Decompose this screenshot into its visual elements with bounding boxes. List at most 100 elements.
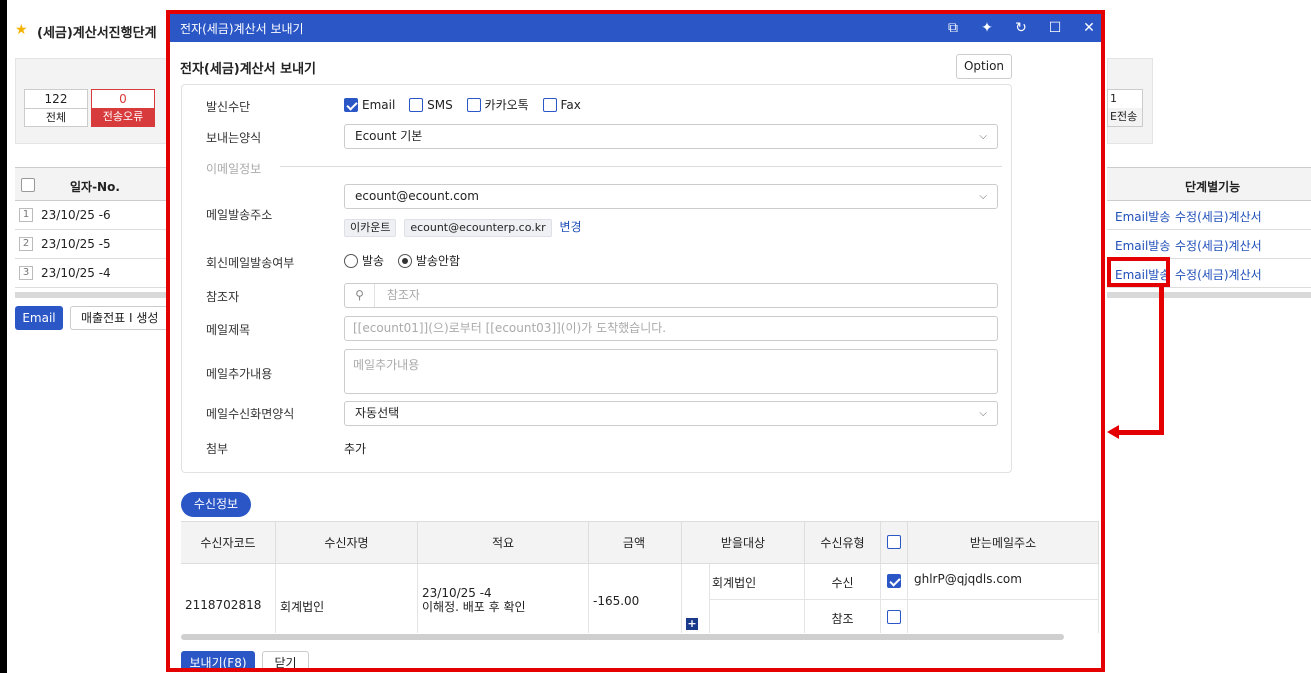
highlight-box: [1107, 257, 1170, 287]
revise-invoice-link[interactable]: 수정(세금)계산서: [1175, 208, 1262, 225]
pin-icon[interactable]: ✦: [976, 17, 998, 39]
cell-email-empty[interactable]: [908, 600, 1099, 633]
arrow-line: [1117, 430, 1164, 435]
cell-name[interactable]: 회계법인: [276, 564, 418, 633]
reply-radio-group: 발송 발송안함: [344, 252, 470, 269]
send-method-sms[interactable]: SMS: [409, 98, 453, 112]
maximize-icon[interactable]: ☐: [1044, 17, 1066, 39]
dialog-heading: 전자(세금)계산서 보내기: [180, 62, 317, 77]
col-header-amount: 금액: [589, 521, 682, 564]
reply-send-radio[interactable]: 발송: [344, 254, 384, 268]
cell-checkbox: [881, 564, 908, 600]
arrow-line: [1159, 287, 1164, 435]
email-send-link[interactable]: Email발송: [1115, 237, 1170, 254]
sender-address-label: 메일발송주소: [206, 208, 273, 222]
extra-content-label: 메일추가내용: [206, 367, 273, 381]
send-format-select[interactable]: Ecount 기본 ⌵: [344, 124, 998, 149]
email-send-link[interactable]: Email발송: [1115, 208, 1170, 225]
cell-target[interactable]: 회계법인: [710, 564, 805, 600]
reply-label: 회신메일발송여부: [206, 256, 295, 270]
extra-content-textarea[interactable]: 메일추가내용: [344, 349, 998, 394]
stage-grid-header: 단계별기능: [1107, 167, 1311, 201]
cell-amount[interactable]: -165.00: [589, 564, 682, 633]
send-invoice-dialog: 전자(세금)계산서 보내기 ⧉ ✦ ↻ ☐ ✕ 전자(세금)계산서 보내기 Op…: [166, 10, 1105, 672]
sender-info: 이카운트 ecount@ecounterp.co.kr 변경: [344, 218, 582, 237]
table-row[interactable]: 2 23/10/25 -5: [15, 230, 170, 259]
star-icon[interactable]: ★: [15, 22, 28, 38]
select-all-checkbox[interactable]: [21, 178, 35, 192]
chevron-down-icon: ⌵: [979, 131, 987, 142]
date-column-header: 일자-No.: [70, 180, 120, 194]
create-sales-slip-button[interactable]: 매출전표 I 생성: [70, 306, 170, 330]
section-divider: [280, 166, 1002, 167]
count-error[interactable]: 0 전송오류: [91, 89, 155, 127]
form-card: 발신수단 Email SMS 카카오톡 Fax 보내는양식 Ecount 기본 …: [181, 84, 1012, 473]
arrow-head: [1107, 425, 1119, 439]
checkbox-icon[interactable]: [542, 98, 557, 112]
cell-type[interactable]: 참조: [805, 600, 881, 633]
checkbox-icon[interactable]: [344, 98, 358, 112]
attach-label: 첨부: [206, 442, 229, 456]
checkbox-icon[interactable]: [409, 98, 424, 112]
checkbox-icon[interactable]: [887, 574, 901, 588]
cell-email[interactable]: ghlrP@qjqdls.com: [908, 564, 1099, 600]
cc-input[interactable]: ⚲ 참조자: [344, 283, 998, 308]
dialog-titlebar: 전자(세금)계산서 보내기 ⧉ ✦ ↻ ☐ ✕: [170, 14, 1101, 42]
cell-type[interactable]: 수신: [805, 564, 881, 600]
col-header-email: 받는메일주소: [908, 521, 1099, 564]
email-button[interactable]: Email: [15, 306, 63, 330]
col-header-target: 받을대상: [682, 521, 805, 564]
table-row[interactable]: 1 23/10/25 -6: [15, 201, 170, 230]
chevron-down-icon: ⌵: [979, 191, 987, 202]
horizontal-scrollbar[interactable]: [15, 292, 175, 298]
col-header-name: 수신자명: [276, 521, 418, 564]
refresh-icon[interactable]: ↻: [1010, 17, 1032, 39]
cell-memo[interactable]: 23/10/25 -4 이해정. 배포 후 확인: [418, 564, 589, 633]
checkbox-icon[interactable]: [887, 610, 901, 624]
table-row[interactable]: 3 23/10/25 -4: [15, 259, 170, 288]
close-icon[interactable]: ✕: [1078, 17, 1100, 39]
dialog-title: 전자(세금)계산서 보내기: [180, 22, 304, 36]
table-row: Email발송 수정(세금)계산서: [1107, 201, 1311, 230]
checkbox-icon[interactable]: [466, 98, 481, 112]
receive-format-label: 메일수신화면양식: [206, 407, 295, 421]
subject-label: 메일제목: [206, 323, 251, 337]
change-sender-link[interactable]: 변경: [560, 220, 582, 234]
radio-icon[interactable]: [344, 254, 358, 268]
subject-input[interactable]: [[ecount01]](으)로부터 [[ecount03]](이)가 도착했습…: [344, 316, 998, 341]
send-method-email[interactable]: Email: [344, 98, 395, 112]
cell-checkbox: [881, 600, 908, 633]
recipient-table: 수신자코드 수신자명 적요 금액 받을대상 수신유형 받는메일주소 211870…: [181, 521, 1099, 633]
popout-icon[interactable]: ⧉: [942, 17, 964, 39]
add-icon[interactable]: +: [686, 618, 698, 630]
count-all[interactable]: 122 전체: [24, 89, 88, 127]
cell-add: +: [682, 564, 710, 633]
send-method-label: 발신수단: [206, 100, 251, 114]
sender-email-chip: ecount@ecounterp.co.kr: [404, 219, 552, 237]
cell-target-empty[interactable]: [710, 600, 805, 633]
cell-code[interactable]: 2118702818: [181, 564, 276, 633]
select-all-checkbox[interactable]: [887, 535, 901, 549]
cc-label: 참조자: [206, 290, 240, 304]
count-e-send[interactable]: 1 E전송: [1107, 89, 1143, 127]
revise-invoice-link[interactable]: 수정(세금)계산서: [1175, 237, 1262, 254]
send-button[interactable]: 보내기(F8): [181, 651, 255, 668]
option-button[interactable]: Option: [956, 54, 1012, 79]
recipient-info-button[interactable]: 수신정보: [181, 492, 251, 517]
reply-nosend-radio[interactable]: 발송안함: [397, 254, 460, 268]
attach-add-link[interactable]: 추가: [344, 440, 366, 457]
close-button[interactable]: 닫기: [262, 651, 309, 668]
horizontal-scrollbar[interactable]: [181, 634, 1064, 640]
sender-address-select[interactable]: ecount@ecount.com ⌵: [344, 184, 998, 209]
screen: ★ (세금)계산서진행단계 122 전체 0 전송오류 1 E전송 일자-No.…: [7, 0, 1311, 673]
send-method-fax[interactable]: Fax: [542, 98, 581, 112]
grid-header: 일자-No.: [15, 167, 170, 201]
send-method-group: Email SMS 카카오톡 Fax: [344, 96, 591, 113]
search-icon: ⚲: [345, 284, 375, 307]
col-header-type: 수신유형: [805, 521, 881, 564]
radio-icon[interactable]: [397, 254, 412, 268]
revise-invoice-link[interactable]: 수정(세금)계산서: [1175, 266, 1262, 283]
receive-format-select[interactable]: 자동선택 ⌵: [344, 401, 998, 426]
horizontal-scrollbar[interactable]: [1107, 292, 1311, 298]
send-method-kakao[interactable]: 카카오톡: [466, 98, 529, 112]
